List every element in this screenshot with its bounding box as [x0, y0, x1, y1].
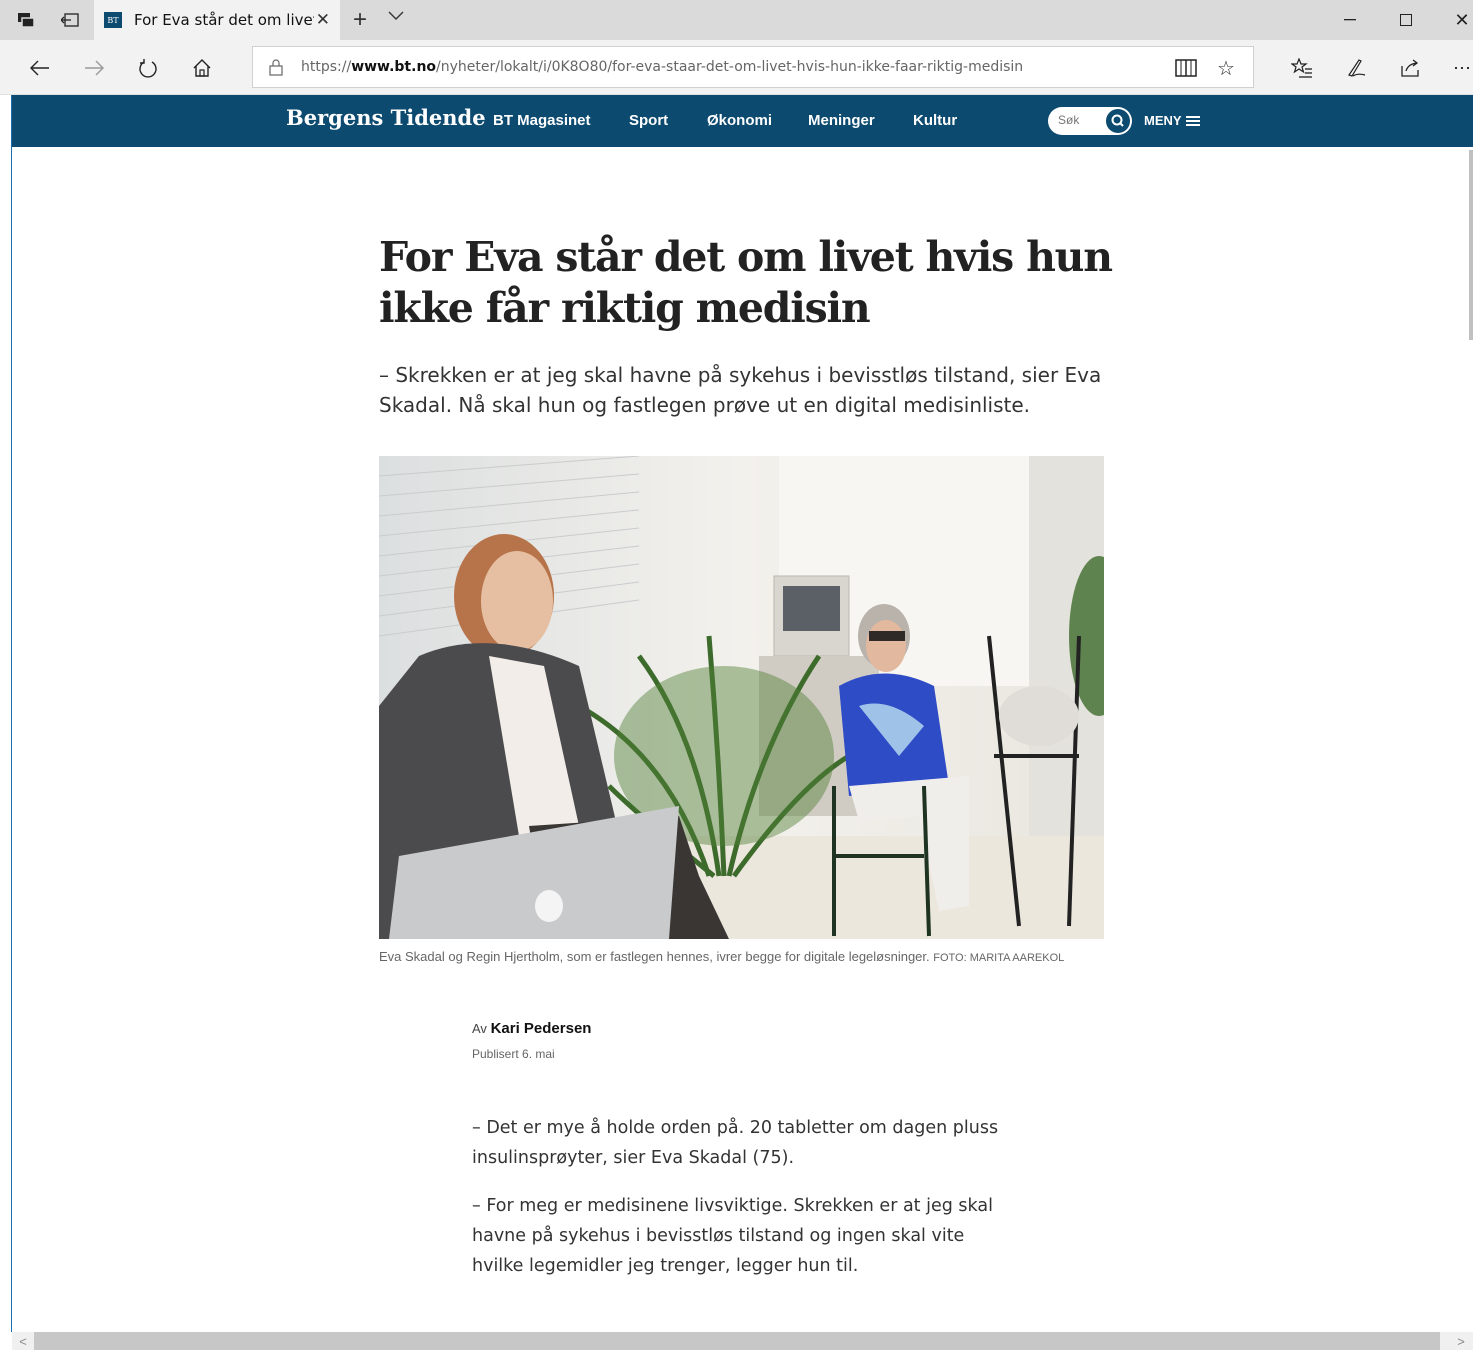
menu-label: MENY [1144, 113, 1182, 128]
share-icon[interactable] [1394, 52, 1426, 84]
browser-tab[interactable]: BT For Eva står det om livet hvis hun ik… [94, 0, 340, 40]
site-logo[interactable]: Bergens Tidende [286, 105, 486, 130]
tab-title: For Eva står det om livet hvis hun ikke … [134, 11, 314, 29]
scroll-left-icon[interactable]: < [14, 1332, 32, 1350]
more-options-icon[interactable]: ⋯ [1446, 52, 1473, 84]
scroll-right-icon[interactable]: > [1452, 1332, 1470, 1350]
site-header: Bergens Tidende BT Magasinet Sport Økono… [12, 95, 1473, 147]
nav-okonomi[interactable]: Økonomi [707, 112, 772, 129]
article-paragraph: – Det er mye å holde orden på. 20 tablet… [472, 1118, 999, 1168]
task-view-icon[interactable] [6, 0, 46, 40]
browser-titlebar: BT For Eva står det om livet hvis hun ik… [0, 0, 1473, 40]
lock-icon [269, 59, 283, 76]
maximize-icon[interactable] [1378, 0, 1434, 40]
back-arrow-icon[interactable] [24, 52, 56, 84]
byline-prefix: Av [472, 1021, 487, 1036]
minimize-icon[interactable] [1322, 0, 1378, 40]
reading-view-icon[interactable] [1173, 55, 1199, 81]
article-paragraph: – For meg er medisinene livsviktige. Skr… [472, 1196, 993, 1276]
favorites-hub-icon[interactable] [1286, 52, 1318, 84]
search-icon[interactable] [1106, 109, 1130, 133]
close-tab-icon[interactable]: ✕ [316, 10, 330, 30]
caption-text: Eva Skadal og Regin Hjertholm, som er fa… [379, 949, 930, 964]
address-bar[interactable]: https://www.bt.no/nyheter/lokalt/i/0K8O8… [252, 46, 1254, 88]
window-left-edge [0, 95, 12, 1332]
close-window-icon[interactable]: ✕ [1434, 0, 1473, 40]
site-favicon-icon: BT [104, 12, 122, 28]
article-lead: – Skrekken er at jeg skal havne på sykeh… [379, 363, 1102, 417]
nav-meninger[interactable]: Meninger [808, 112, 875, 129]
nav-kultur[interactable]: Kultur [913, 112, 957, 129]
browser-navbar: https://www.bt.no/nyheter/lokalt/i/0K8O8… [0, 40, 1473, 95]
photo-caption: Eva Skadal og Regin Hjertholm, som er fa… [379, 946, 1104, 969]
vertical-scrollbar-thumb[interactable] [1469, 150, 1473, 340]
byline: Av Kari Pedersen [472, 1020, 591, 1037]
nav-sport[interactable]: Sport [629, 112, 668, 129]
chevron-down-icon[interactable] [388, 8, 404, 26]
nav-bt-magasinet[interactable]: BT Magasinet [493, 112, 591, 129]
favorite-star-icon[interactable]: ☆ [1213, 55, 1239, 81]
author-name[interactable]: Kari Pedersen [491, 1020, 592, 1037]
article-photo [379, 456, 1104, 939]
home-icon[interactable] [186, 52, 218, 84]
new-tab-icon[interactable]: + [346, 6, 374, 34]
url-text: https://www.bt.no/nyheter/lokalt/i/0K8O8… [301, 59, 1024, 75]
published-date: Publisert 6. mai [472, 1047, 555, 1061]
article-headline: For Eva står det om livet hvis hun ikke … [379, 233, 1113, 332]
forward-arrow-icon[interactable] [78, 52, 110, 84]
site-search [1048, 107, 1132, 135]
hamburger-icon [1185, 114, 1200, 128]
menu-button[interactable]: MENY [1144, 113, 1200, 128]
horizontal-scrollbar-thumb[interactable] [34, 1332, 1440, 1350]
refresh-icon[interactable] [132, 52, 164, 84]
search-input[interactable] [1058, 113, 1108, 127]
photo-credit: FOTO: MARITA AAREKOL [933, 952, 1065, 964]
pen-notes-icon[interactable] [1340, 52, 1372, 84]
horizontal-scrollbar[interactable]: < > [12, 1332, 1473, 1350]
set-tabs-aside-icon[interactable] [50, 0, 90, 40]
